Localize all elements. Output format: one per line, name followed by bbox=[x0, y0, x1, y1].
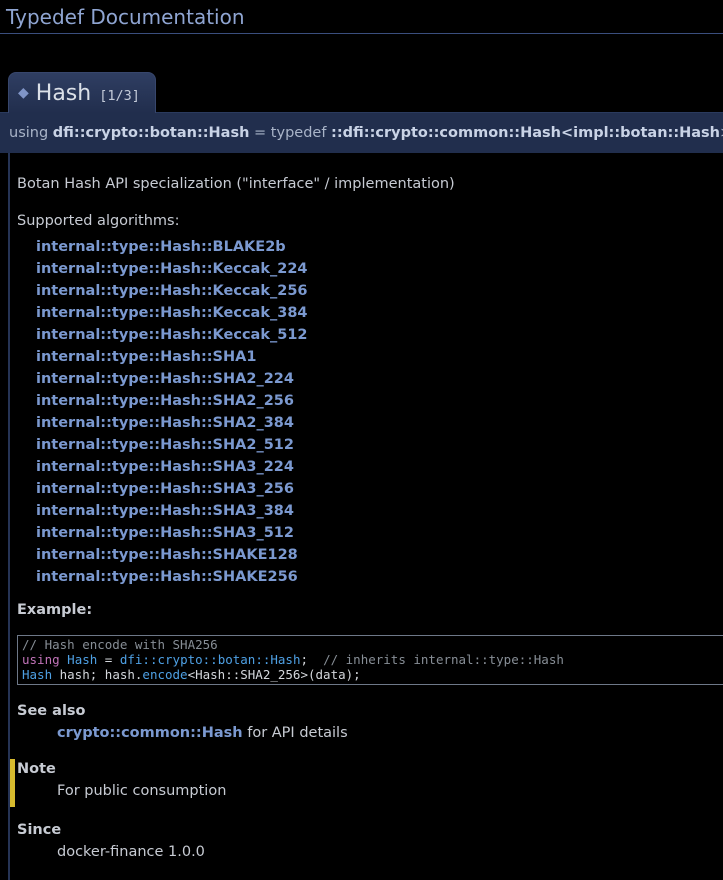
member-description: Botan Hash API specialization ("interfac… bbox=[17, 176, 723, 192]
code-link-botan-hash[interactable]: dfi::crypto::botan::Hash bbox=[120, 652, 301, 667]
see-also-heading: See also bbox=[17, 703, 723, 719]
page-title: Typedef Documentation bbox=[0, 0, 723, 34]
member-overload-badge: [1/3] bbox=[99, 88, 140, 104]
code-inline-comment: // inherits internal::type::Hash bbox=[323, 652, 564, 667]
member-tab: ◆ Hash [1/3] bbox=[8, 72, 156, 113]
code-hash-decl: hash; hash. bbox=[52, 667, 142, 682]
algorithm-link-keccak-512[interactable]: internal::type::Hash::Keccak_512 bbox=[36, 324, 723, 346]
algorithm-link-sha3-512[interactable]: internal::type::Hash::SHA3_512 bbox=[36, 522, 723, 544]
proto-using-keyword: using bbox=[9, 125, 53, 141]
code-link-hash-type[interactable]: Hash bbox=[22, 667, 52, 682]
typedef-member-hash: ◆Hash[1/3] using dfi::crypto::botan::Has… bbox=[0, 34, 723, 880]
code-encode-args: <Hash::SHA2_256>(data); bbox=[188, 667, 361, 682]
algorithm-link-blake2b[interactable]: internal::type::Hash::BLAKE2b bbox=[36, 236, 723, 258]
see-also-text: for API details bbox=[243, 725, 348, 741]
see-also-content: crypto::common::Hash for API details bbox=[57, 725, 723, 741]
member-documentation: Botan Hash API specialization ("interfac… bbox=[8, 153, 723, 880]
algorithm-link-sha3-256[interactable]: internal::type::Hash::SHA3_256 bbox=[36, 478, 723, 500]
since-heading: Since bbox=[17, 822, 723, 838]
member-prototype: using dfi::crypto::botan::Hash = typedef… bbox=[0, 112, 723, 153]
see-also-section: See also crypto::common::Hash for API de… bbox=[17, 703, 723, 741]
code-line-2: using Hash = dfi::crypto::botan::Hash; /… bbox=[22, 652, 723, 667]
algorithm-link-sha2-384[interactable]: internal::type::Hash::SHA2_384 bbox=[36, 412, 723, 434]
code-example-block: // Hash encode with SHA256 using Hash = … bbox=[17, 635, 723, 685]
algorithm-link-sha2-256[interactable]: internal::type::Hash::SHA2_256 bbox=[36, 390, 723, 412]
algorithm-link-sha3-384[interactable]: internal::type::Hash::SHA3_384 bbox=[36, 500, 723, 522]
supported-algorithms-heading: Supported algorithms: bbox=[17, 213, 723, 229]
code-comment: // Hash encode with SHA256 bbox=[22, 637, 218, 652]
code-link-encode[interactable]: encode bbox=[142, 667, 187, 682]
member-name: Hash bbox=[36, 81, 91, 106]
example-heading: Example: bbox=[17, 602, 723, 618]
algorithm-link-keccak-384[interactable]: internal::type::Hash::Keccak_384 bbox=[36, 302, 723, 324]
since-section: Since docker-finance 1.0.0 bbox=[17, 822, 723, 860]
algorithm-link-sha1[interactable]: internal::type::Hash::SHA1 bbox=[36, 346, 723, 368]
proto-typedef-definition: ::dfi::crypto::common::Hash<impl::botan:… bbox=[331, 125, 720, 141]
code-line-3: Hash hash; hash.encode<Hash::SHA2_256>(d… bbox=[22, 667, 723, 682]
code-equals: = bbox=[97, 652, 120, 667]
algorithm-list: internal::type::Hash::BLAKE2b internal::… bbox=[36, 236, 723, 588]
permalink-anchor-icon[interactable]: ◆ bbox=[18, 85, 29, 101]
proto-typedef-name: dfi::crypto::botan::Hash bbox=[53, 125, 250, 141]
code-line-1: // Hash encode with SHA256 bbox=[22, 637, 723, 652]
algorithm-link-shake256[interactable]: internal::type::Hash::SHAKE256 bbox=[36, 566, 723, 588]
see-also-link[interactable]: crypto::common::Hash bbox=[57, 725, 243, 741]
algorithm-link-keccak-256[interactable]: internal::type::Hash::Keccak_256 bbox=[36, 280, 723, 302]
algorithm-link-sha2-512[interactable]: internal::type::Hash::SHA2_512 bbox=[36, 434, 723, 456]
algorithm-link-sha2-224[interactable]: internal::type::Hash::SHA2_224 bbox=[36, 368, 723, 390]
note-text: For public consumption bbox=[57, 783, 723, 799]
algorithm-link-keccak-224[interactable]: internal::type::Hash::Keccak_224 bbox=[36, 258, 723, 280]
note-heading: Note bbox=[17, 761, 723, 777]
code-semicolon: ; bbox=[300, 652, 323, 667]
proto-equals-typedef: = typedef bbox=[249, 125, 331, 141]
note-section: Note For public consumption bbox=[10, 759, 723, 807]
algorithm-link-shake128[interactable]: internal::type::Hash::SHAKE128 bbox=[36, 544, 723, 566]
algorithm-link-sha3-224[interactable]: internal::type::Hash::SHA3_224 bbox=[36, 456, 723, 478]
code-link-hash-alias[interactable]: Hash bbox=[67, 652, 97, 667]
code-using-keyword: using bbox=[22, 652, 60, 667]
